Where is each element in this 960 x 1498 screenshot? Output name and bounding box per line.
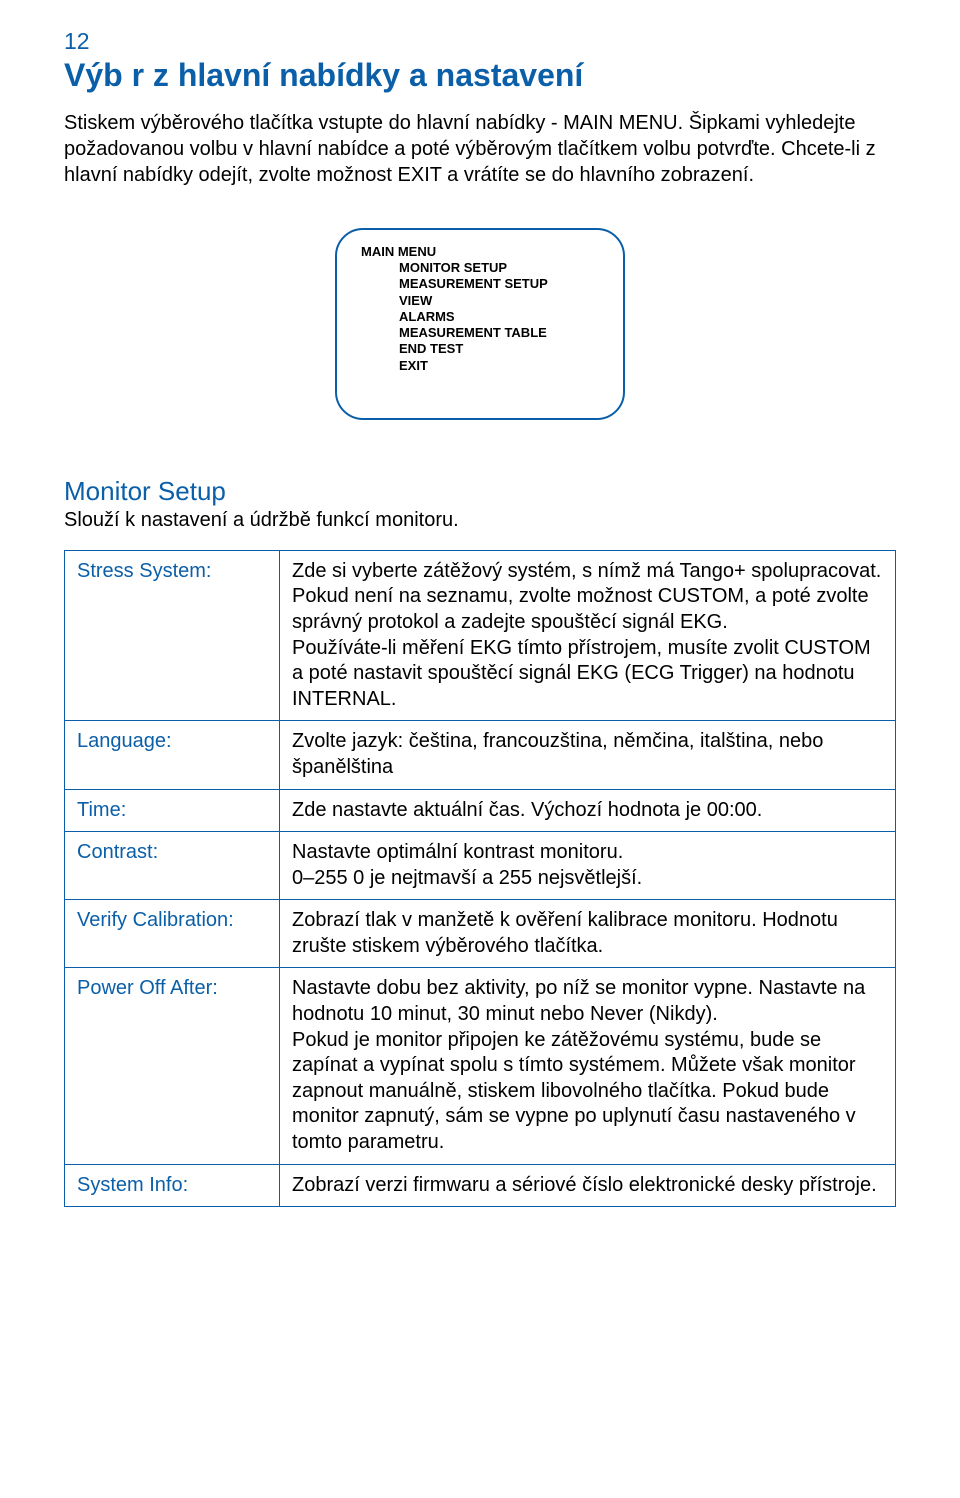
- table-row: Time:Zde nastavte aktuální čas. Výchozí …: [65, 789, 896, 832]
- setting-description: Zobrazí tlak v manžetě k ověření kalibra…: [280, 900, 896, 968]
- setting-description: Nastavte optimální kontrast monitoru.0–2…: [280, 832, 896, 900]
- main-menu-panel: MAIN MENU MONITOR SETUP MEASUREMENT SETU…: [335, 228, 625, 420]
- table-row: Power Off After:Nastavte dobu bez aktivi…: [65, 968, 896, 1164]
- page-title: Výb r z hlavní nabídky a nastavení: [64, 57, 896, 94]
- setting-label: Language:: [65, 721, 280, 789]
- setting-description: Zobrazí verzi firmwaru a sériové číslo e…: [280, 1164, 896, 1207]
- menu-item: MONITOR SETUP: [399, 260, 599, 276]
- menu-item: MEASUREMENT TABLE: [399, 325, 599, 341]
- table-row: Verify Calibration:Zobrazí tlak v manžet…: [65, 900, 896, 968]
- table-row: Contrast:Nastavte optimální kontrast mon…: [65, 832, 896, 900]
- menu-item: VIEW: [399, 293, 599, 309]
- section-title: Monitor Setup: [64, 476, 896, 507]
- setting-description: Zde si vyberte zátěžový systém, s nímž m…: [280, 550, 896, 721]
- menu-title: MAIN MENU: [361, 244, 599, 259]
- setting-label: System Info:: [65, 1164, 280, 1207]
- menu-item: END TEST: [399, 341, 599, 357]
- section-subtitle: Slouží k nastavení a údržbě funkcí monit…: [64, 509, 896, 532]
- setting-label: Power Off After:: [65, 968, 280, 1164]
- page-number: 12: [64, 28, 896, 55]
- setting-description: Zde nastavte aktuální čas. Výchozí hodno…: [280, 789, 896, 832]
- setting-description: Zvolte jazyk: čeština, francouzština, ně…: [280, 721, 896, 789]
- setting-label: Stress System:: [65, 550, 280, 721]
- menu-item: EXIT: [399, 358, 599, 374]
- table-row: Stress System:Zde si vyberte zátěžový sy…: [65, 550, 896, 721]
- setting-label: Time:: [65, 789, 280, 832]
- intro-paragraph: Stiskem výběrového tlačítka vstupte do h…: [64, 110, 896, 188]
- menu-item: MEASUREMENT SETUP: [399, 276, 599, 292]
- table-row: Language:Zvolte jazyk: čeština, francouz…: [65, 721, 896, 789]
- setting-label: Verify Calibration:: [65, 900, 280, 968]
- settings-table: Stress System:Zde si vyberte zátěžový sy…: [64, 550, 896, 1207]
- setting-label: Contrast:: [65, 832, 280, 900]
- menu-item: ALARMS: [399, 309, 599, 325]
- setting-description: Nastavte dobu bez aktivity, po níž se mo…: [280, 968, 896, 1164]
- table-row: System Info:Zobrazí verzi firmwaru a sér…: [65, 1164, 896, 1207]
